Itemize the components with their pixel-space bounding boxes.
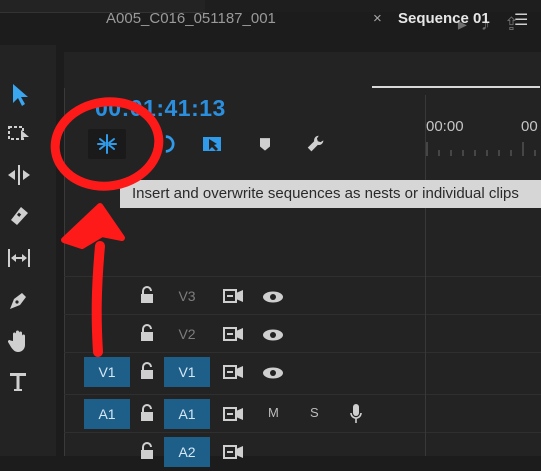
add-marker-button[interactable]	[246, 129, 284, 159]
track-lane-a2[interactable]	[426, 432, 541, 471]
mute-button[interactable]: M	[268, 405, 279, 420]
selection-arrow-icon	[13, 84, 28, 106]
sync-lock-icon[interactable]	[222, 444, 244, 460]
eye-icon[interactable]	[262, 366, 284, 379]
tab-close-button[interactable]: ×	[373, 10, 382, 27]
time-ruler[interactable]	[426, 142, 541, 156]
track-lane-v2[interactable]	[426, 314, 541, 353]
track-select-icon	[8, 126, 29, 140]
linked-selection-icon	[203, 137, 221, 151]
slip-icon	[8, 249, 30, 267]
eye-icon[interactable]	[262, 290, 284, 303]
razor-tool[interactable]	[0, 199, 38, 233]
lock-icon[interactable]	[140, 362, 154, 380]
track-lane-v3[interactable]	[426, 276, 541, 315]
marker-icon	[260, 138, 270, 151]
eye-icon[interactable]	[262, 328, 284, 341]
track-lane-a1[interactable]	[426, 394, 541, 433]
ruler-timecode-label: 00:00	[426, 118, 464, 135]
tooltip: Insert and overwrite sequences as nests …	[120, 180, 541, 208]
tab-clip[interactable]: A005_C016_051187_001	[106, 10, 276, 27]
source-patch-v3[interactable]	[84, 281, 130, 311]
timeline-settings-button[interactable]	[297, 129, 335, 159]
type-icon	[10, 373, 26, 391]
source-patch-v2[interactable]	[84, 319, 130, 349]
microphone-icon[interactable]	[349, 403, 363, 425]
wrench-icon	[307, 135, 324, 152]
track-row-a1: A1 A1 M S	[64, 394, 425, 433]
sync-lock-icon[interactable]	[222, 326, 244, 342]
track-target-v3[interactable]: V3	[164, 281, 210, 311]
track-select-tool[interactable]	[0, 117, 38, 151]
hand-icon	[7, 330, 25, 352]
playhead-timecode[interactable]: 00:01:41:13	[95, 95, 226, 122]
lock-icon[interactable]	[140, 286, 154, 304]
lock-icon[interactable]	[140, 442, 154, 460]
panel-menu-icon[interactable]: ☰	[514, 10, 528, 30]
pen-icon	[10, 293, 26, 309]
solo-button[interactable]: S	[310, 405, 319, 420]
selection-tool[interactable]	[0, 77, 38, 111]
track-target-v1[interactable]: V1	[164, 357, 210, 387]
source-patch-a2[interactable]	[84, 437, 130, 467]
track-target-a2[interactable]: A2	[164, 437, 210, 467]
track-lane-v1[interactable]	[426, 352, 541, 391]
insert-overwrite-nest-button[interactable]	[88, 129, 126, 159]
source-patch-v1[interactable]: V1	[84, 357, 130, 387]
sync-lock-icon[interactable]	[222, 364, 244, 380]
linked-selection-button[interactable]	[193, 129, 231, 159]
lock-icon[interactable]	[140, 324, 154, 342]
lock-icon[interactable]	[140, 404, 154, 422]
track-target-a1[interactable]: A1	[164, 399, 210, 429]
track-row-a2: A2	[64, 432, 425, 471]
track-row-v1: V1 V1	[64, 352, 425, 391]
sync-lock-icon[interactable]	[222, 288, 244, 304]
track-row-v2: V2	[64, 314, 425, 353]
sync-lock-icon[interactable]	[222, 406, 244, 422]
snap-button[interactable]	[145, 129, 183, 159]
hand-tool[interactable]	[0, 324, 38, 358]
ripple-edit-tool[interactable]	[0, 158, 38, 192]
slip-tool[interactable]	[0, 241, 38, 275]
razor-icon	[11, 207, 28, 225]
pen-tool[interactable]	[0, 283, 38, 317]
track-target-v2[interactable]: V2	[164, 319, 210, 349]
timeline-tab-bar	[64, 52, 541, 88]
type-tool[interactable]	[0, 365, 38, 399]
snap-magnet-icon	[165, 135, 175, 153]
tab-sequence[interactable]: Sequence 01	[398, 10, 490, 27]
source-patch-a1[interactable]: A1	[84, 399, 130, 429]
ripple-edit-icon	[8, 165, 30, 185]
active-tab-indicator	[372, 86, 540, 88]
ruler-timecode-label: 00	[521, 118, 538, 135]
track-row-v3: V3	[64, 276, 425, 315]
nest-sequences-icon	[97, 134, 117, 154]
tools-panel	[0, 45, 56, 456]
